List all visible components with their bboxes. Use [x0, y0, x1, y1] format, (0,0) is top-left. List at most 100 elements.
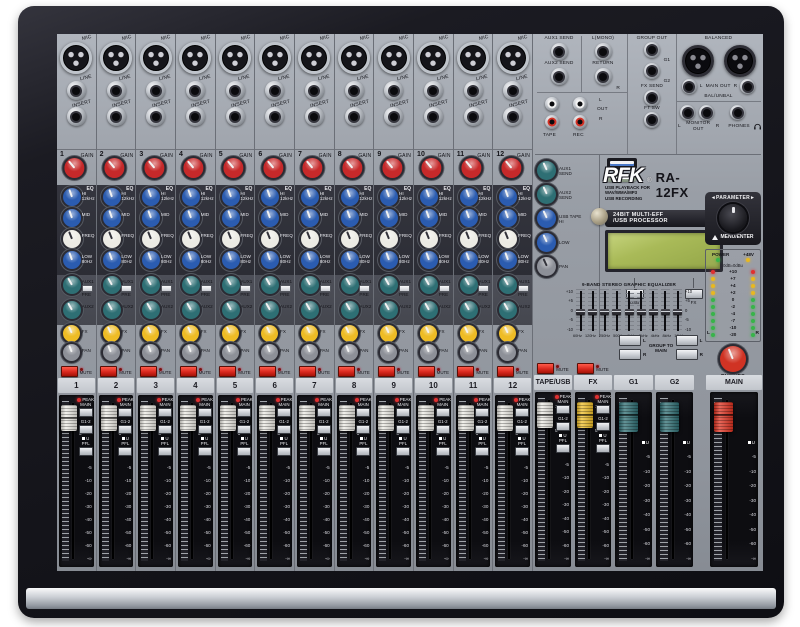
main-assign-button[interactable] [198, 408, 212, 417]
main-assign-button[interactable] [79, 408, 93, 417]
pfl-button[interactable] [118, 447, 132, 456]
insert-jack[interactable] [186, 107, 205, 126]
geq-band-slider[interactable] [612, 289, 621, 333]
eq-low-knob[interactable] [222, 251, 240, 269]
pfl-button[interactable] [475, 447, 489, 456]
tape-usb-knob-1[interactable] [537, 161, 556, 180]
geq-slider-handle[interactable] [612, 309, 621, 315]
insert-jack[interactable] [464, 107, 483, 126]
fx-send-jack[interactable] [644, 90, 660, 106]
eq-mid-freq-knob[interactable] [222, 230, 240, 248]
aux1-send-jack[interactable] [551, 43, 568, 60]
aux2-knob[interactable] [103, 301, 121, 319]
geq-slider-handle[interactable] [661, 309, 670, 315]
fx-send-knob[interactable] [460, 325, 477, 342]
group-assign-button[interactable] [475, 425, 489, 434]
mic-xlr-input[interactable] [338, 42, 370, 74]
fx-send-knob[interactable] [499, 325, 516, 342]
group-out-1-jack[interactable] [644, 42, 660, 58]
eq-mid-freq-knob[interactable] [261, 230, 279, 248]
eq-hi-knob[interactable] [142, 188, 160, 206]
group-assign-button[interactable] [79, 425, 93, 434]
eq-mid-knob[interactable] [460, 209, 478, 227]
pfl-button[interactable] [198, 447, 212, 456]
main-assign-button[interactable] [596, 405, 610, 414]
pre-button[interactable] [161, 285, 172, 292]
line-input-jack[interactable] [226, 81, 245, 100]
eq-mid-freq-knob[interactable] [460, 230, 478, 248]
mic-xlr-input[interactable] [298, 42, 330, 74]
eq-low-knob[interactable] [63, 251, 81, 269]
eq-mid-knob[interactable] [261, 209, 279, 227]
parameter-knob[interactable] [719, 204, 747, 232]
mute-button[interactable] [259, 366, 276, 377]
geq-slider-handle[interactable] [600, 309, 609, 315]
gain-knob[interactable] [382, 158, 402, 178]
mute-button[interactable] [577, 363, 594, 374]
aux2-knob[interactable] [222, 301, 240, 319]
fx-send-knob[interactable] [341, 325, 358, 342]
tape-in-l-rca[interactable] [545, 97, 559, 111]
aux2-knob[interactable] [460, 301, 478, 319]
aux2-knob[interactable] [142, 301, 160, 319]
eq-hi-knob[interactable] [499, 188, 517, 206]
eq-mid-knob[interactable] [222, 209, 240, 227]
group-assign-button[interactable] [556, 422, 570, 431]
fader-handle[interactable] [101, 405, 117, 431]
fx-send-knob[interactable] [103, 325, 120, 342]
pre-button[interactable] [518, 285, 529, 292]
footswitch-jack[interactable] [644, 112, 660, 128]
fx-send-knob[interactable] [63, 325, 80, 342]
eq-mid-freq-knob[interactable] [142, 230, 160, 248]
group-assign-button[interactable] [198, 425, 212, 434]
eq-low-knob[interactable] [261, 251, 279, 269]
geq-band-slider[interactable] [600, 289, 609, 333]
g2-to-main-r-button[interactable] [676, 349, 698, 360]
eq-hi-knob[interactable] [261, 188, 279, 206]
fader-handle[interactable] [418, 405, 434, 431]
fx-send-knob[interactable] [420, 325, 437, 342]
main-assign-button[interactable] [158, 408, 172, 417]
pan-knob[interactable] [142, 344, 159, 361]
eq-mid-freq-knob[interactable] [182, 230, 200, 248]
pan-knob[interactable] [460, 344, 477, 361]
group-assign-button[interactable] [118, 425, 132, 434]
geq-band-slider[interactable] [637, 289, 646, 333]
group-assign-button[interactable] [356, 425, 370, 434]
fx-send-knob[interactable] [380, 325, 397, 342]
mute-button[interactable] [338, 366, 355, 377]
mute-button[interactable] [219, 366, 236, 377]
eq-mid-freq-knob[interactable] [341, 230, 359, 248]
aux1-knob[interactable] [460, 276, 478, 294]
group-assign-button[interactable] [277, 425, 291, 434]
gain-knob[interactable] [144, 158, 164, 178]
main-assign-button[interactable] [436, 408, 450, 417]
eq-low-knob[interactable] [420, 251, 438, 269]
mic-xlr-input[interactable] [417, 42, 449, 74]
main-out-xlr-r[interactable] [724, 45, 756, 77]
fader-handle[interactable] [714, 402, 733, 432]
eq-hi-knob[interactable] [420, 188, 438, 206]
eq-low-knob[interactable] [341, 251, 359, 269]
eq-hi-knob[interactable] [301, 188, 319, 206]
aux1-knob[interactable] [341, 276, 359, 294]
rec-out-l-rca[interactable] [573, 97, 587, 111]
aux1-knob[interactable] [420, 276, 438, 294]
geq-band-slider[interactable] [673, 289, 682, 333]
gain-knob[interactable] [501, 158, 521, 178]
insert-jack[interactable] [226, 107, 245, 126]
eq-mid-freq-knob[interactable] [420, 230, 438, 248]
mute-button[interactable] [457, 366, 474, 377]
insert-jack[interactable] [265, 107, 284, 126]
pre-button[interactable] [399, 285, 410, 292]
tape-usb-knob-2[interactable] [537, 185, 556, 204]
aux1-knob[interactable] [63, 276, 81, 294]
eq-mid-freq-knob[interactable] [301, 230, 319, 248]
aux1-knob[interactable] [103, 276, 121, 294]
line-input-jack[interactable] [424, 81, 443, 100]
g2-to-main-l-button[interactable] [676, 335, 698, 346]
pfl-button[interactable] [79, 447, 93, 456]
fader-handle[interactable] [339, 405, 355, 431]
return-l-jack[interactable] [595, 43, 612, 60]
mute-button[interactable] [378, 366, 395, 377]
